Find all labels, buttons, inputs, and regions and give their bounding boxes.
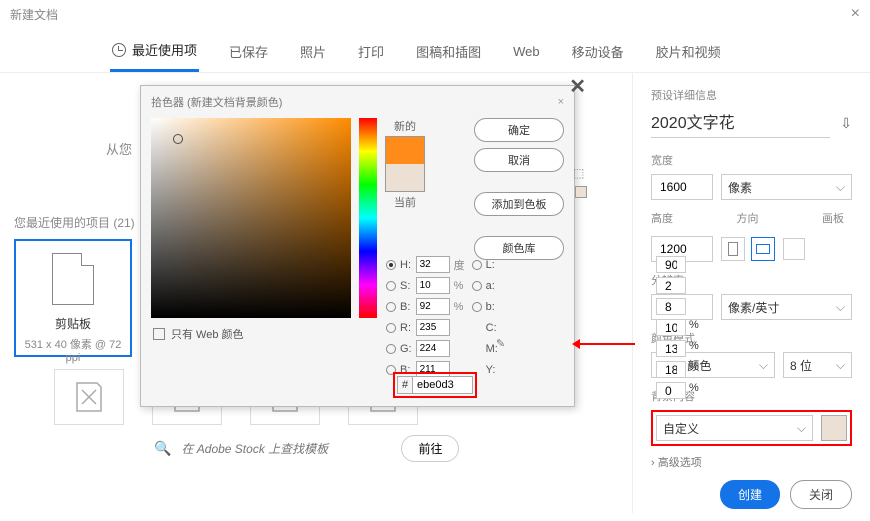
stock-search: 🔍 前往 — [14, 435, 618, 462]
tab-photo[interactable]: 照片 — [298, 34, 328, 72]
advanced-toggle[interactable]: 高级选项 — [651, 454, 852, 470]
cancel-button[interactable]: 取消 — [474, 148, 564, 172]
color-cursor — [173, 134, 183, 144]
radio-b2[interactable] — [472, 302, 482, 312]
tab-print[interactable]: 打印 — [356, 34, 386, 72]
dropper-icon[interactable]: ✎ — [496, 337, 505, 350]
chevron-down-icon: ⌵ — [797, 421, 806, 436]
tab-saved[interactable]: 已保存 — [227, 34, 270, 72]
hex-input[interactable] — [413, 376, 473, 394]
radio-b[interactable] — [386, 302, 396, 312]
orientation-group — [721, 237, 775, 261]
new-color-swatch — [386, 137, 424, 164]
unit-select[interactable]: 像素⌵ — [721, 174, 852, 200]
height-label: 高度 — [651, 210, 729, 226]
radio-h[interactable] — [386, 260, 396, 270]
orientation-portrait[interactable] — [721, 237, 745, 261]
color-values-grid: H:度 L: S:% a: B:% b: R: C: G: M: B: Y: — [386, 256, 498, 378]
inner-close-icon[interactable]: × — [558, 96, 564, 108]
dialog-close-icon[interactable]: ✕ — [569, 74, 586, 99]
y-input[interactable] — [656, 361, 686, 378]
cube-icon: ⬚ — [573, 166, 584, 180]
web-only-row: 只有 Web 颜色 — [141, 318, 574, 350]
radio-s[interactable] — [386, 281, 396, 291]
tab-mobile[interactable]: 移动设备 — [570, 34, 626, 72]
color-picker-dialog: ✕ 拾色器 (新建文档背景颜色) × 新的 当前 确定 取消 添加到色板 颜色库… — [140, 85, 575, 407]
hue-slider[interactable] — [359, 118, 377, 318]
clock-icon — [112, 43, 126, 57]
radio-r[interactable] — [386, 323, 396, 333]
picker-title: 拾色器 (新建文档背景颜色) × — [141, 86, 574, 118]
hash-label: # — [397, 376, 413, 394]
saturation-value-field[interactable] — [151, 118, 351, 318]
r-input[interactable] — [416, 319, 450, 336]
window-titlebar: 新建文档 × — [0, 0, 870, 28]
radio-g[interactable] — [386, 344, 396, 354]
m-input[interactable] — [656, 340, 686, 357]
chevron-down-icon: ⌵ — [836, 180, 845, 195]
c-input[interactable] — [656, 319, 686, 336]
b-input[interactable] — [416, 298, 450, 315]
tiny-swatch — [575, 186, 587, 198]
add-swatch-button[interactable]: 添加到色板 — [474, 192, 564, 216]
artboard-label: 画板 — [822, 210, 852, 226]
search-icon: 🔍 — [154, 440, 171, 457]
background-select[interactable]: 自定义⌵ — [656, 415, 813, 441]
resolution-unit-select[interactable]: 像素/英寸⌵ — [721, 294, 852, 320]
document-icon — [52, 253, 94, 305]
width-label: 宽度 — [651, 152, 852, 168]
ok-button[interactable]: 确定 — [474, 118, 564, 142]
preset-dim: 531 x 40 像素 @ 72 ppi — [16, 336, 130, 364]
k-input[interactable] — [656, 382, 686, 399]
hex-row: # — [393, 372, 477, 398]
document-tabs: 最近使用项 已保存 照片 打印 图稿和插图 Web 移动设备 胶片和视频 — [0, 28, 870, 73]
orient-label: 方向 — [737, 210, 815, 226]
artboard-checkbox[interactable] — [783, 238, 805, 260]
background-swatch[interactable] — [821, 415, 847, 441]
g-input[interactable] — [416, 340, 450, 357]
radio-a[interactable] — [472, 281, 482, 291]
preset-clipboard[interactable]: 剪贴板 531 x 40 像素 @ 72 ppi — [14, 239, 132, 357]
tab-web[interactable]: Web — [511, 34, 542, 72]
current-color-swatch — [386, 164, 424, 191]
preset-name: 剪贴板 — [16, 315, 130, 332]
go-button[interactable]: 前往 — [401, 435, 459, 462]
radio-l[interactable] — [472, 260, 482, 270]
bit-depth-select[interactable]: 8 位⌵ — [783, 352, 852, 378]
download-icon[interactable]: ⇩ — [840, 115, 852, 132]
template-thumb[interactable] — [54, 369, 124, 425]
chevron-down-icon: ⌵ — [836, 300, 845, 315]
search-input[interactable] — [181, 442, 361, 456]
s-input[interactable] — [416, 277, 450, 294]
l-input[interactable] — [656, 256, 686, 273]
window-title: 新建文档 — [10, 6, 58, 23]
width-input[interactable] — [651, 174, 713, 200]
h-input[interactable] — [416, 256, 450, 273]
chevron-down-icon: ⌵ — [759, 358, 768, 373]
chevron-down-icon: ⌵ — [836, 358, 845, 373]
section-label: 预设详细信息 — [651, 87, 852, 103]
background-row: 自定义⌵ — [651, 410, 852, 446]
b2-input[interactable] — [656, 298, 686, 315]
annotation-arrow — [575, 343, 635, 345]
window-close-icon[interactable]: × — [851, 5, 860, 23]
web-only-checkbox[interactable] — [153, 328, 165, 340]
tab-film[interactable]: 胶片和视频 — [654, 34, 723, 72]
close-button[interactable]: 关闭 — [790, 480, 852, 509]
preset-name-input[interactable]: 2020文字花 — [651, 109, 830, 138]
tab-artwork[interactable]: 图稿和插图 — [414, 34, 483, 72]
orientation-landscape[interactable] — [751, 237, 775, 261]
create-button[interactable]: 创建 — [720, 480, 780, 509]
tab-recent[interactable]: 最近使用项 — [110, 34, 199, 72]
a-input[interactable] — [656, 277, 686, 294]
dialog-buttons: 创建 关闭 — [720, 480, 852, 509]
